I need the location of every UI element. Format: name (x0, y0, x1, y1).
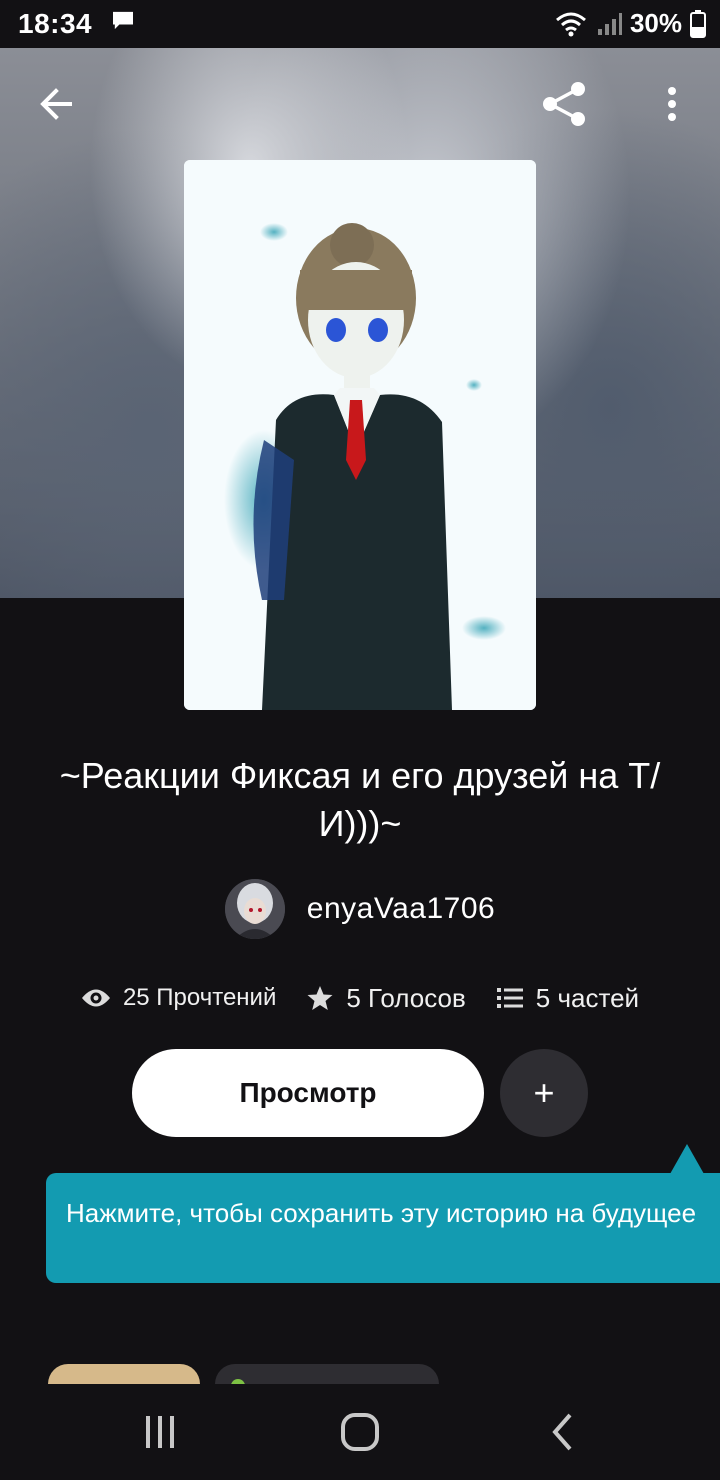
back-icon[interactable] (514, 1384, 610, 1480)
status-bar: 18:34 30% (0, 0, 720, 48)
battery-icon (690, 9, 706, 38)
author-avatar[interactable] (224, 879, 285, 939)
votes-count: 5 Голосов (346, 982, 466, 1013)
votes-stat: 5 Голосов (306, 982, 466, 1014)
battery-percent: 30% (629, 8, 682, 38)
parts-count: 5 частей (535, 982, 640, 1013)
author-row[interactable]: enyaVaa1706 (0, 876, 720, 942)
author-name[interactable]: enyaVaa1706 (307, 892, 495, 926)
view-button[interactable]: Просмотр (132, 1049, 484, 1137)
recent-apps-icon[interactable] (112, 1384, 208, 1480)
reads-count: 25 Прочтений (122, 984, 277, 1011)
more-vertical-icon[interactable] (648, 80, 696, 128)
status-time: 18:34 (18, 8, 93, 39)
story-title: ~Реакции Фиксая и его друзей на Т/И)))~ (59, 755, 661, 844)
add-to-library-button[interactable]: + (500, 1049, 588, 1137)
star-icon (307, 986, 333, 1010)
reads-stat: 25 Прочтений (81, 984, 276, 1012)
cover-illustration (184, 160, 536, 710)
save-story-tooltip[interactable]: Нажмите, чтобы сохранить эту историю на … (46, 1173, 720, 1283)
share-icon[interactable] (540, 80, 588, 128)
list-icon (496, 988, 523, 1008)
message-icon (113, 11, 133, 30)
back-arrow-icon[interactable] (32, 80, 80, 128)
tooltip-arrow (670, 1144, 704, 1174)
stats-row: 25 Прочтений 5 Голосов 5 частей (0, 972, 720, 1024)
status-icons: 30% (554, 8, 706, 39)
eye-icon (81, 989, 110, 1007)
parts-stat: 5 частей (496, 983, 639, 1014)
wifi-icon (555, 12, 586, 36)
signal-icon (597, 12, 622, 35)
home-icon[interactable] (312, 1384, 408, 1480)
story-cover-image[interactable] (184, 160, 536, 710)
